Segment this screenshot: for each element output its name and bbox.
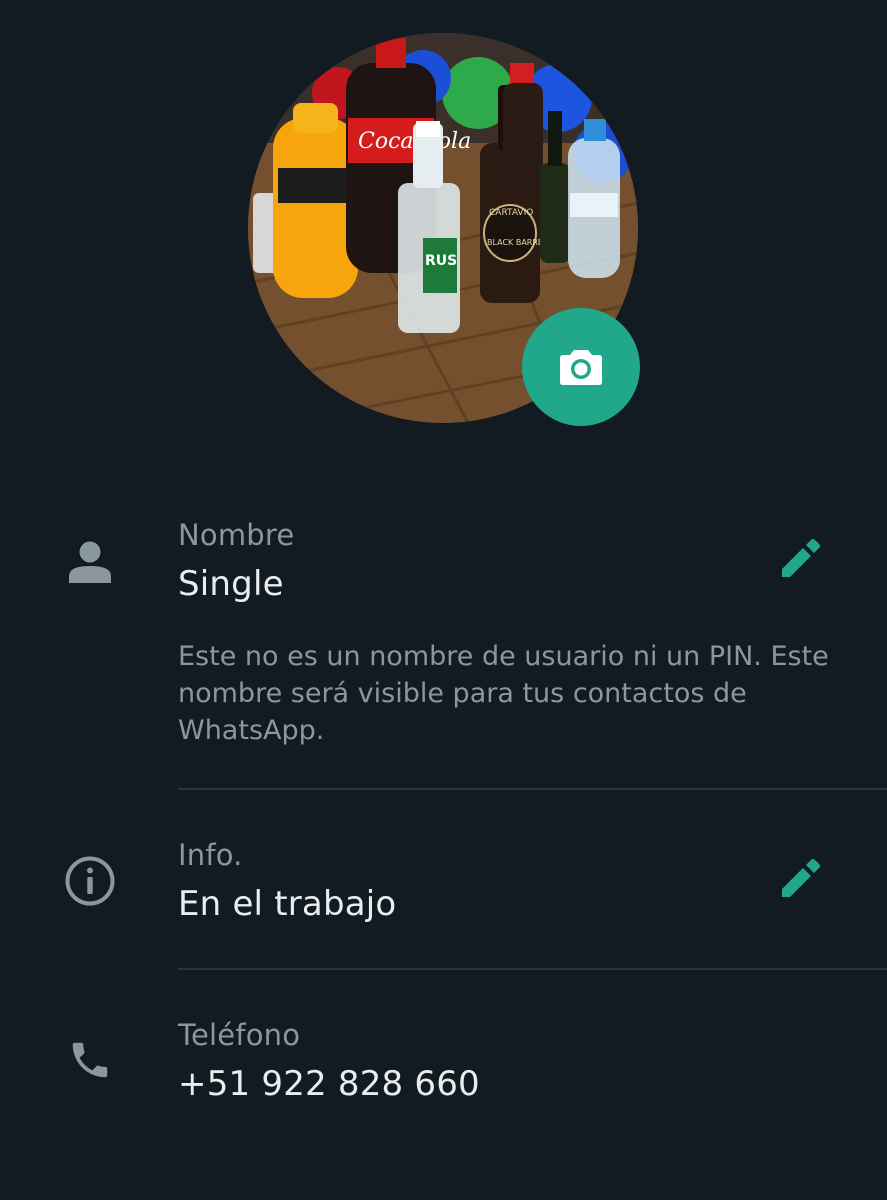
- name-label: Nombre: [178, 518, 295, 552]
- edit-name-button[interactable]: [775, 536, 823, 584]
- camera-icon: [560, 350, 602, 385]
- phone-label: Teléfono: [178, 1018, 301, 1052]
- person-icon: [62, 534, 118, 590]
- divider: [178, 968, 887, 970]
- name-value: Single: [178, 564, 284, 604]
- divider: [178, 788, 887, 790]
- profile-photo-container: Coca-Cola RUS CARTAVIO BLACK BARREL: [248, 33, 640, 426]
- svg-text:BLACK BARREL: BLACK BARREL: [487, 238, 548, 247]
- about-value: En el trabajo: [178, 884, 397, 924]
- phone-icon: [62, 1032, 118, 1088]
- info-icon: [62, 853, 118, 909]
- phone-row: Teléfono +51 922 828 660: [0, 1010, 887, 1140]
- svg-text:CARTAVIO: CARTAVIO: [489, 208, 533, 218]
- pencil-icon: [782, 539, 820, 577]
- change-photo-button[interactable]: [522, 308, 640, 426]
- about-label: Info.: [178, 838, 243, 872]
- svg-text:RUS: RUS: [425, 253, 457, 269]
- name-row[interactable]: Nombre Single Este no es un nombre de us…: [0, 510, 887, 760]
- about-row[interactable]: Info. En el trabajo: [0, 830, 887, 960]
- phone-value: +51 922 828 660: [178, 1064, 480, 1104]
- edit-about-button[interactable]: [775, 856, 823, 904]
- name-helper-text: Este no es un nombre de usuario ni un PI…: [178, 641, 829, 746]
- profile-screen: Coca-Cola RUS CARTAVIO BLACK BARREL: [0, 0, 887, 1200]
- pencil-icon: [782, 859, 820, 897]
